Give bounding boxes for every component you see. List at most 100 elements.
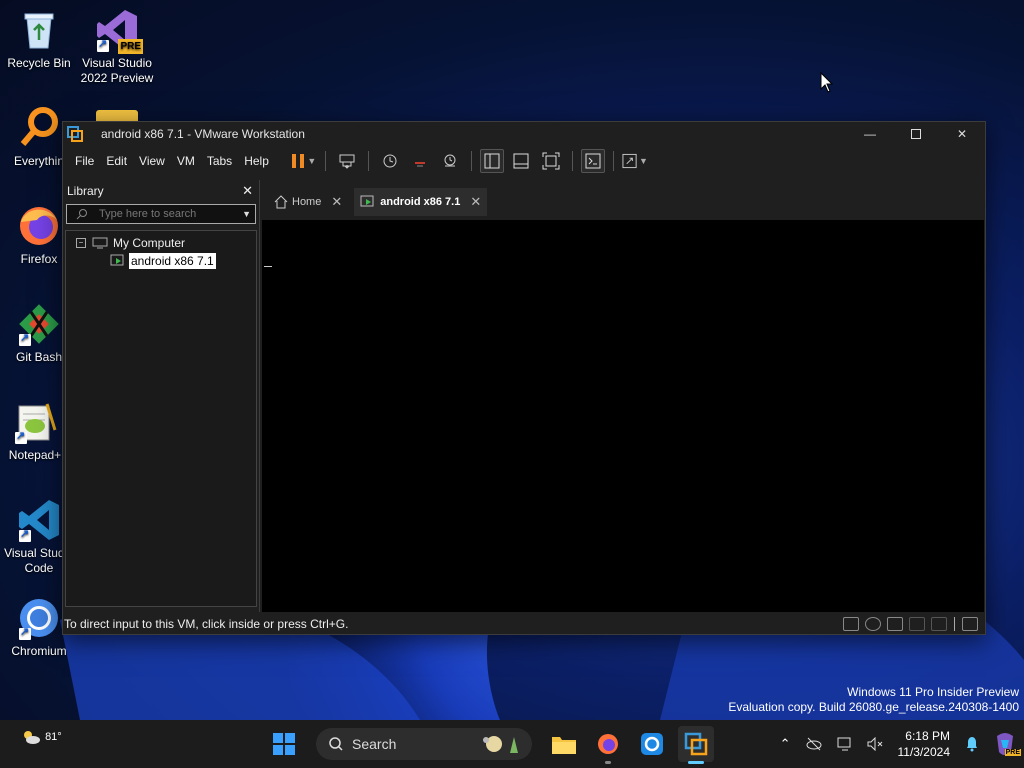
taskbar-file-explorer[interactable] — [546, 726, 582, 762]
vm-running-icon — [110, 254, 124, 266]
desktop-icon-visual-studio[interactable]: PRE Visual Studio 2022 Preview — [79, 8, 155, 86]
status-message: To direct input to this VM, click inside… — [64, 616, 349, 631]
menu-vm[interactable]: VM — [171, 154, 201, 168]
vmware-window[interactable]: android x86 7.1 - VMware Workstation — ✕… — [62, 121, 986, 635]
take-snapshot-button[interactable] — [377, 149, 403, 173]
network-icon[interactable] — [837, 737, 853, 751]
search-icon — [76, 209, 87, 220]
snapshot-manager-icon — [444, 154, 456, 167]
menu-file[interactable]: File — [63, 154, 100, 168]
sound-card-icon[interactable] — [931, 616, 947, 631]
computer-icon — [92, 237, 108, 249]
chevron-down-icon: ▼ — [307, 156, 317, 166]
tab-home[interactable]: Home ✕ — [268, 188, 348, 216]
vm-running-icon — [360, 195, 374, 207]
chevron-down-icon[interactable]: ▼ — [242, 209, 251, 219]
tab-android-vm[interactable]: android x86 7.1 ✕ — [354, 188, 488, 216]
maximize-button[interactable] — [893, 122, 939, 146]
title-bar[interactable]: android x86 7.1 - VMware Workstation — ✕ — [63, 122, 985, 146]
thumbnail-bar-icon — [513, 153, 529, 169]
revert-snapshot-button[interactable] — [407, 149, 433, 173]
menu-edit[interactable]: Edit — [100, 154, 133, 168]
library-panel-icon — [484, 153, 500, 169]
desktop-icon-label: Chromium — [11, 644, 67, 658]
recycle-bin-icon — [17, 8, 61, 52]
watermark-edition: Windows 11 Pro Insider Preview — [847, 685, 1019, 699]
search-label: Search — [352, 736, 397, 752]
chevron-up-icon[interactable]: ⌃ — [780, 736, 791, 752]
folder-icon — [552, 737, 576, 754]
terminal-icon — [585, 153, 601, 169]
console-view-button[interactable] — [580, 149, 605, 173]
pre-badge: PRE — [118, 39, 143, 54]
library-title: Library — [67, 184, 104, 198]
menu-help[interactable]: Help — [238, 154, 275, 168]
status-bar: To direct input to this VM, click inside… — [63, 613, 985, 634]
desktop-icon-recycle-bin[interactable]: Recycle Bin — [1, 8, 77, 71]
shortcut-arrow-icon — [19, 527, 31, 542]
vscode-icon — [17, 498, 61, 542]
send-ctrl-alt-del-button[interactable] — [334, 149, 360, 173]
firefox-icon — [598, 734, 618, 754]
message-log-icon[interactable] — [962, 616, 978, 631]
show-library-button[interactable] — [479, 149, 504, 173]
menu-view[interactable]: View — [133, 154, 171, 168]
copilot-button[interactable]: PRE — [993, 732, 1021, 756]
taskbar-vmware[interactable] — [678, 726, 714, 764]
taskbar-firefox[interactable] — [590, 726, 626, 764]
shortcut-arrow-icon — [19, 625, 31, 640]
tree-item-my-computer[interactable]: − My Computer — [66, 234, 256, 252]
network-adapter-icon[interactable] — [887, 616, 903, 631]
tree-item-label: My Computer — [113, 236, 186, 250]
weather-widget[interactable]: 81° — [20, 728, 62, 746]
minimize-icon: — — [864, 127, 876, 141]
everything-search-icon — [17, 106, 61, 150]
close-tab-icon[interactable]: ✕ — [331, 194, 342, 210]
window-title: android x86 7.1 - VMware Workstation — [101, 127, 305, 141]
full-screen-button[interactable] — [538, 149, 564, 173]
minimize-button[interactable]: — — [847, 122, 893, 146]
clock[interactable]: 6:18 PM 11/3/2024 — [898, 728, 951, 760]
search-icon — [329, 737, 343, 751]
running-indicator — [688, 761, 704, 764]
show-thumbnail-bar-button[interactable] — [508, 149, 534, 173]
close-button[interactable]: ✕ — [939, 122, 985, 146]
mouse-cursor-icon — [820, 72, 834, 93]
vm-console-screen[interactable] — [262, 220, 984, 612]
revert-snapshot-icon — [414, 162, 425, 167]
tree-item-vm[interactable]: android x86 7.1 — [66, 252, 256, 270]
collapse-icon[interactable]: − — [76, 238, 86, 248]
vm-content-area: Home ✕ android x86 7.1 ✕ — [262, 180, 984, 612]
taskbar-sync-app[interactable] — [634, 726, 670, 762]
taskbar-search-box[interactable]: Search — [316, 728, 532, 760]
visual-studio-icon: PRE — [95, 8, 143, 54]
onedrive-offline-icon[interactable] — [805, 737, 823, 751]
stretch-guest-button[interactable]: ▼ — [622, 149, 648, 173]
notepad-plus-plus-icon — [13, 400, 57, 444]
library-search-input[interactable]: Type here to search ▼ — [66, 204, 256, 224]
menu-tabs[interactable]: Tabs — [201, 154, 238, 168]
clock-date: 11/3/2024 — [897, 745, 951, 759]
hard-disk-icon[interactable] — [843, 616, 859, 631]
toolbar: ▼ ▼ — [289, 149, 650, 173]
volume-muted-icon[interactable] — [867, 737, 883, 751]
pause-button[interactable]: ▼ — [291, 149, 317, 173]
snapshot-manager-button[interactable] — [437, 149, 463, 173]
shortcut-arrow-icon — [97, 37, 109, 52]
system-tray: ⌃ 6:18 PM 11/3/2024 PRE — [773, 720, 1024, 768]
weather-temperature: 81° — [45, 730, 62, 743]
cd-dvd-icon[interactable] — [865, 616, 881, 631]
start-button[interactable] — [266, 726, 302, 762]
desktop-icon-label: Firefox — [20, 252, 58, 266]
library-panel: Library ✕ Type here to search ▼ − My Com… — [63, 180, 260, 612]
taskbar: 81° Search ⌃ 6:18 PM 11/3/2024 PRE — [0, 720, 1024, 768]
windows-logo-icon — [273, 733, 295, 755]
close-tab-icon[interactable]: ✕ — [470, 194, 481, 210]
clock-time: 6:18 PM — [905, 729, 950, 743]
snapshot-clock-icon — [383, 154, 397, 168]
shortcut-arrow-icon — [15, 429, 27, 444]
running-indicator — [605, 761, 611, 764]
library-close-icon[interactable]: ✕ — [242, 183, 253, 199]
usb-icon[interactable] — [909, 616, 925, 631]
notification-bell-icon[interactable] — [965, 736, 979, 752]
